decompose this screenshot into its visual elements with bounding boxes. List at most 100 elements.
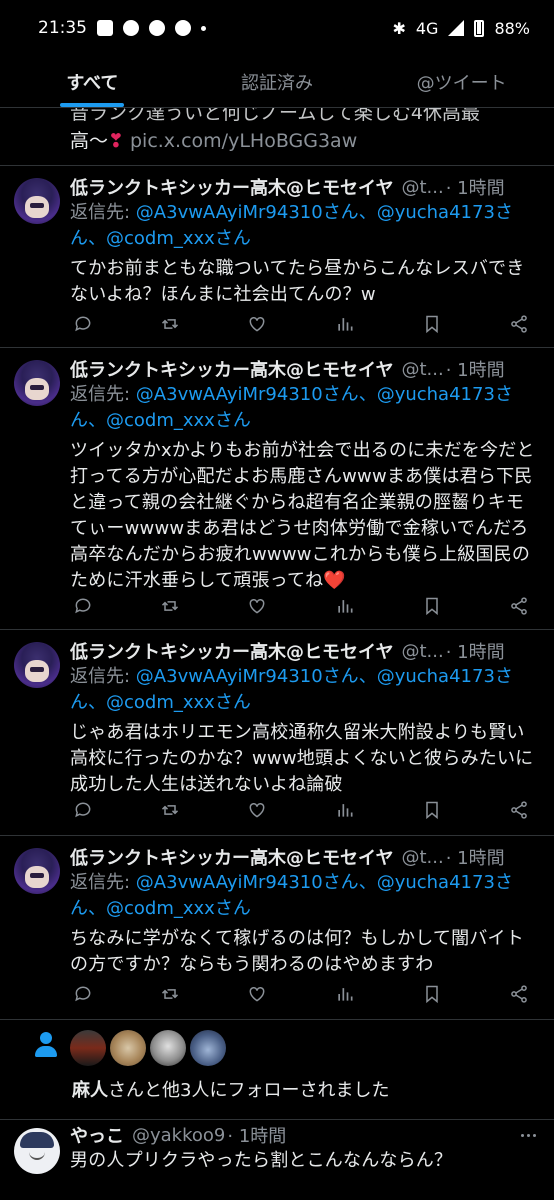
dot-icon [201,25,206,31]
chat-icon [123,20,139,36]
reply-prefix: 返信先: [70,872,136,893]
follower-name[interactable]: 麻人 [72,1080,108,1101]
mention-link[interactable]: @codm_xxxさん [106,410,251,431]
retweet-icon[interactable] [159,799,181,821]
reply-icon[interactable] [72,983,94,1005]
heart-emoji: ❤️ [323,570,346,591]
display-name[interactable]: 低ランクトキシッカー高木@ヒモセイヤ [70,174,393,200]
timestamp: · 1時間 [445,848,505,869]
heart-emoji-icon: ❣ [108,130,124,152]
retweet-icon[interactable] [159,983,181,1005]
avatar[interactable] [14,360,60,406]
mention-link[interactable]: @A3vwAAyiMr94310さん [136,384,359,405]
tweet-actions [72,982,530,1006]
share-icon[interactable] [508,313,530,335]
avatar[interactable] [14,1128,60,1174]
mention-link[interactable]: @codm_xxxさん [106,692,251,713]
tweet-actions [72,312,530,336]
status-bar: 21:35 ✱ 4G 88% [0,0,554,56]
tweet-item[interactable]: 低ランクトキシッカー高木@ヒモセイヤ @t... · 1時間 返信先: @A3v… [0,630,554,836]
reply-icon[interactable] [72,595,94,617]
reply-icon[interactable] [72,313,94,335]
display-name[interactable]: 低ランクトキシッカー高木@ヒモセイヤ [70,638,393,664]
reply-to: 返信先: @A3vwAAyiMr94310さん、@yucha4173さん、@co… [70,382,540,434]
reply-icon[interactable] [72,799,94,821]
views-icon[interactable] [334,595,356,617]
avatar[interactable] [14,848,60,894]
media-link[interactable]: pic.x.com/yLHoBGG3aw [130,130,357,152]
share-icon[interactable] [508,799,530,821]
display-name[interactable]: 低ランクトキシッカー高木@ヒモセイヤ [70,356,393,382]
bookmark-icon[interactable] [421,983,443,1005]
tweet-text-body: じゃあ君はホリエモン高校通称久留米大附設よりも賢い高校に行ったのかな？www地頭… [70,722,534,795]
mention-separator: 、 [88,228,106,249]
retweet-icon[interactable] [159,595,181,617]
partial-tweet-body: 高〜 [70,130,109,152]
like-icon[interactable] [246,799,268,821]
tweet-item[interactable]: 低ランクトキシッカー高木@ヒモセイヤ @t... · 1時間 返信先: @A3v… [0,166,554,348]
tab-all[interactable]: すべて [0,56,185,107]
views-icon[interactable] [334,313,356,335]
follower-avatar[interactable] [190,1030,226,1066]
tweet-text-body: てかお前まともな職ついてたら昼からこんなレスバできないよね？ほんまに社会出てんの… [70,258,525,305]
reply-to: 返信先: @A3vwAAyiMr94310さん、@yucha4173さん、@co… [70,664,540,716]
partial-tweet[interactable]: 音ランク達ういと何じノームして楽しむ4休高最 高〜❣ pic.x.com/yLH… [0,108,554,166]
follower-avatar[interactable] [70,1030,106,1066]
display-name[interactable]: やっこ [70,1122,124,1148]
photo-icon [97,20,113,36]
partial-tweet-text: 高〜❣ pic.x.com/yLHoBGG3aw [70,126,357,153]
retweet-icon[interactable] [159,313,181,335]
mention-link[interactable]: @A3vwAAyiMr94310さん [136,666,359,687]
follow-notification[interactable]: 麻人さんと他3人にフォローされました [0,1020,554,1120]
partial-tweet-cut-line: 音ランク達ういと何じノームして楽しむ4休高最 [70,108,480,124]
tab-mentions[interactable]: @ツイート [369,56,554,107]
follower-avatar[interactable] [110,1030,146,1066]
tweet-text: 男の人プリクラやったら割とこんなんならん？ [70,1150,453,1171]
tweet-item[interactable]: 低ランクトキシッカー高木@ヒモセイヤ @t... · 1時間 返信先: @A3v… [0,836,554,1020]
avatar[interactable] [14,642,60,688]
tweet-item[interactable]: 低ランクトキシッカー高木@ヒモセイヤ @t... · 1時間 返信先: @A3v… [0,348,554,630]
bookmark-icon[interactable] [421,313,443,335]
reply-prefix: 返信先: [70,666,136,687]
mention-separator: 、 [358,384,377,405]
views-icon[interactable] [334,799,356,821]
tweet-item[interactable]: やっこ @yakkoo9 · 1時間 男の人プリクラやったら割とこんなんならん？ [0,1120,554,1200]
signal-icon [448,20,465,36]
mention-separator: 、 [358,666,377,687]
share-icon[interactable] [508,595,530,617]
mention-separator: 、 [88,898,106,919]
like-icon[interactable] [246,313,268,335]
user-handle[interactable]: @t... [401,847,443,868]
user-handle[interactable]: @t... [401,641,443,662]
bookmark-icon[interactable] [421,799,443,821]
tweet-text-body: ツイッタかxかよりもお前が社会で出るのに未だを今だと打ってる方が心配だよお馬鹿さ… [70,440,535,591]
follower-avatar[interactable] [150,1030,186,1066]
person-icon [34,1032,58,1058]
notification-tabs: すべて 認証済み @ツイート [0,56,554,108]
tweet-text: ちなみに学がなくて稼げるのは何？もしかして闇バイトの方ですか？ならもう関わるのは… [70,926,540,978]
mention-link[interactable]: @codm_xxxさん [106,228,251,249]
mention-separator: 、 [358,872,377,893]
user-handle[interactable]: @t... [401,359,443,380]
mention-link[interactable]: @A3vwAAyiMr94310さん [136,202,359,223]
like-icon[interactable] [246,595,268,617]
display-name[interactable]: 低ランクトキシッカー高木@ヒモセイヤ [70,844,393,870]
network-type: 4G [415,18,439,38]
timestamp: · 1時間 [445,360,505,381]
bluetooth-icon: ✱ [392,18,406,38]
user-handle[interactable]: @t... [401,177,443,198]
user-handle[interactable]: @yakkoo9 [132,1125,225,1146]
avatar[interactable] [14,178,60,224]
views-icon[interactable] [334,983,356,1005]
mention-separator: 、 [88,692,106,713]
like-icon[interactable] [246,983,268,1005]
mention-link[interactable]: @codm_xxxさん [106,898,251,919]
tweet-actions [72,594,530,618]
share-icon[interactable] [508,983,530,1005]
tweet-text: てかお前まともな職ついてたら昼からこんなレスバできないよね？ほんまに社会出てんの… [70,256,540,308]
mention-link[interactable]: @A3vwAAyiMr94310さん [136,872,359,893]
tab-verified[interactable]: 認証済み [185,56,370,107]
facebook-icon [149,20,165,36]
bookmark-icon[interactable] [421,595,443,617]
more-options-icon[interactable] [521,1134,536,1137]
